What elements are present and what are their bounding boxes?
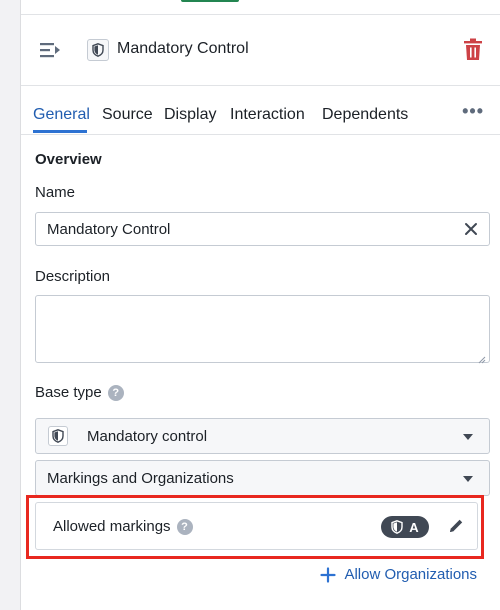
- allowed-markings-row: Allowed markings? A: [35, 502, 478, 550]
- tab-general[interactable]: General: [33, 106, 90, 124]
- left-rail: [0, 0, 21, 610]
- tab-bar: General Source Display Interaction Depen…: [21, 86, 500, 135]
- markings-organizations-select[interactable]: Markings and Organizations: [35, 460, 490, 496]
- description-field[interactable]: [35, 295, 490, 364]
- base-type-label-text: Base type: [35, 384, 102, 401]
- allow-organizations-button[interactable]: Allow Organizations: [320, 566, 477, 583]
- base-type-select[interactable]: Mandatory control: [35, 418, 490, 454]
- marking-tag-text: A: [409, 519, 419, 535]
- markings-organizations-select-value: Markings and Organizations: [47, 470, 234, 487]
- allowed-markings-label: Allowed markings?: [53, 518, 193, 535]
- panel-title: Mandatory Control: [117, 40, 249, 57]
- section-title-overview: Overview: [35, 151, 102, 168]
- allowed-markings-label-text: Allowed markings: [53, 518, 171, 535]
- tab-source[interactable]: Source: [102, 106, 153, 124]
- tab-interaction[interactable]: Interaction: [230, 106, 305, 124]
- trash-icon[interactable]: [462, 38, 484, 62]
- more-options-icon[interactable]: •••: [462, 102, 484, 120]
- name-label: Name: [35, 184, 76, 201]
- tab-dependents[interactable]: Dependents: [322, 106, 408, 124]
- tab-display[interactable]: Display: [164, 106, 216, 124]
- active-tab-indicator: [33, 130, 87, 133]
- collapse-panel-icon[interactable]: [37, 39, 63, 61]
- name-field[interactable]: Mandatory Control: [35, 212, 490, 246]
- shield-icon: [391, 520, 403, 534]
- pencil-icon[interactable]: [447, 517, 465, 535]
- clear-icon[interactable]: [463, 221, 479, 237]
- allow-organizations-label: Allow Organizations: [344, 566, 477, 583]
- plus-icon: [320, 566, 337, 583]
- name-field-value: Mandatory Control: [47, 221, 171, 238]
- shield-icon: [48, 426, 68, 446]
- panel-header: Mandatory Control: [21, 15, 500, 86]
- description-label: Description: [35, 268, 111, 285]
- marking-tag: A: [381, 516, 429, 538]
- help-icon[interactable]: ?: [107, 385, 124, 401]
- base-type-select-value: Mandatory control: [87, 428, 208, 445]
- base-type-label: Base type?: [35, 384, 124, 401]
- chevron-down-icon: [463, 434, 473, 440]
- top-green-button[interactable]: [181, 0, 239, 2]
- top-strip: [21, 0, 500, 15]
- help-icon[interactable]: ?: [176, 519, 193, 535]
- resize-handle-icon[interactable]: [478, 351, 486, 364]
- shield-icon: [87, 39, 109, 61]
- chevron-down-icon: [463, 476, 473, 482]
